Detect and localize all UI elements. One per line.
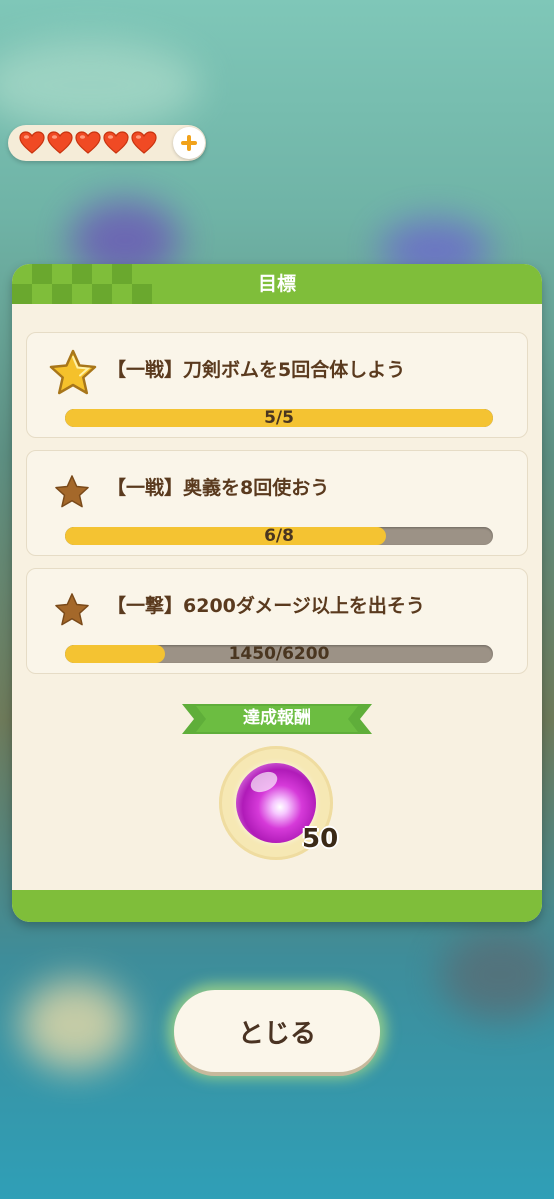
- panel-header: 目標: [12, 264, 542, 304]
- objective-text: 【一戦】奥義を8回使おう: [107, 477, 330, 499]
- add-lives-button[interactable]: [173, 127, 205, 159]
- background-blob: [440, 930, 554, 1020]
- progress-text: 6/8: [264, 527, 294, 545]
- progress-text: 1450/6200: [228, 645, 330, 663]
- heart-icon: [47, 131, 73, 154]
- heart-icon: [103, 131, 129, 154]
- objective-item: 【一戦】奥義を8回使おう 6/8: [26, 450, 528, 556]
- heart-icon: [75, 131, 101, 154]
- objective-text: 【一撃】6200ダメージ以上を出そう: [107, 595, 425, 617]
- objective-text: 【一戦】刀剣ボムを5回合体しよう: [107, 359, 406, 381]
- reward-label: 達成報酬: [243, 708, 311, 728]
- objective-progress-bar: 5/5: [65, 409, 493, 427]
- reward-banner: 達成報酬: [182, 702, 372, 736]
- progress-text: 5/5: [264, 409, 294, 427]
- panel-title: 目標: [257, 273, 296, 295]
- objective-item: 【一撃】6200ダメージ以上を出そう 1450/6200: [26, 568, 528, 674]
- bronze-star-icon: [55, 475, 89, 508]
- bronze-star-icon: [55, 593, 89, 626]
- heart-icon: [131, 131, 157, 154]
- objective-progress-bar: 1450/6200: [65, 645, 493, 663]
- panel-footer: [12, 890, 542, 922]
- close-button[interactable]: とじる: [174, 990, 380, 1072]
- heart-icon: [19, 131, 45, 154]
- background-blob: [20, 980, 130, 1070]
- objectives-panel: 目標 【一戦】刀剣ボムを5回合体しよう 5/5 【一戦】奥義を8回使おう 6/8…: [12, 264, 542, 922]
- background-blob: [0, 40, 200, 130]
- objective-progress-bar: 6/8: [65, 527, 493, 545]
- objective-item: 【一戦】刀剣ボムを5回合体しよう 5/5: [26, 332, 528, 438]
- lives-bar: [8, 125, 206, 161]
- gold-star-icon: [49, 349, 97, 395]
- hearts-row: [18, 129, 158, 157]
- reward-count: 50: [302, 824, 339, 854]
